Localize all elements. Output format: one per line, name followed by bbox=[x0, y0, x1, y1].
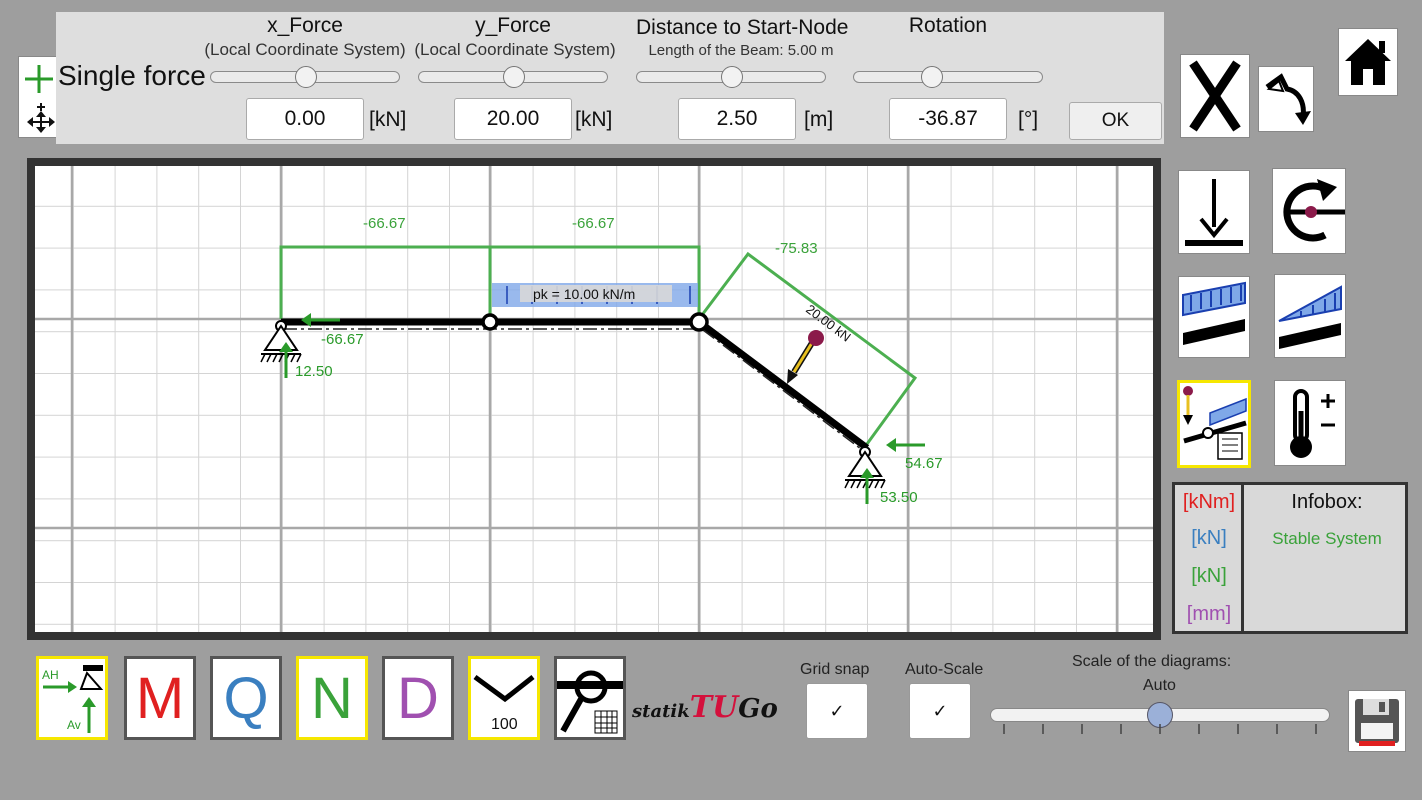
deflection-scale-button[interactable]: 100 bbox=[468, 656, 540, 740]
unit-kn-shear: [kN] bbox=[1191, 527, 1227, 549]
scale-ticks bbox=[1003, 724, 1317, 734]
temperature-button[interactable] bbox=[1274, 380, 1346, 466]
home-icon bbox=[1345, 39, 1391, 85]
infobox-status: Stable System bbox=[1272, 529, 1382, 548]
logo-prefix: statik bbox=[632, 701, 690, 722]
undo-button[interactable] bbox=[1258, 66, 1314, 132]
y-force-slider-thumb[interactable] bbox=[503, 66, 525, 88]
rotation-slider[interactable] bbox=[853, 66, 1043, 88]
reactions-button[interactable]: AH Av bbox=[36, 656, 108, 740]
point-load-icon bbox=[1185, 179, 1243, 246]
single-force-panel: Single force x_Force (Local Coordinate S… bbox=[56, 12, 1164, 144]
distance-unit: [m] bbox=[804, 108, 834, 131]
grid-snap-checkbox[interactable]: ✓ bbox=[806, 683, 868, 739]
y-force-input[interactable]: 20.00 bbox=[454, 98, 572, 140]
reactions-icon: AH Av bbox=[42, 665, 104, 733]
moment-button[interactable] bbox=[1272, 168, 1346, 254]
reaction-h-label: AH bbox=[42, 668, 59, 682]
point-load-button[interactable] bbox=[1178, 170, 1250, 254]
triangular-load-button[interactable] bbox=[1274, 274, 1346, 358]
home-button[interactable] bbox=[1338, 28, 1398, 96]
close-button[interactable] bbox=[1180, 54, 1250, 138]
load-label: pk = 10.00 kN/m bbox=[533, 286, 635, 302]
x-force-unit: [kN] bbox=[369, 108, 407, 131]
rotation-unit: [°] bbox=[1018, 108, 1039, 131]
rotation-input[interactable]: -36.87 bbox=[889, 98, 1007, 140]
app-logo: statikTUGo bbox=[632, 690, 778, 725]
single-force-beam-icon bbox=[1183, 386, 1247, 460]
grid-snap-label: Grid snap bbox=[800, 661, 870, 678]
rotation-title: Rotation bbox=[908, 14, 988, 37]
structure-canvas[interactable]: -66.67 -66.67 -75.83 pk = 10.00 kN/m -66… bbox=[35, 166, 1153, 632]
beam-length-label: Length of the Beam: 5.00 m bbox=[648, 42, 834, 59]
normal-diagram-button[interactable]: N bbox=[296, 656, 368, 740]
n-label-1: -66.67 bbox=[363, 215, 406, 232]
uniform-load-button[interactable] bbox=[1178, 276, 1250, 358]
moment-icon bbox=[1283, 179, 1345, 242]
shear-diagram-button[interactable]: Q bbox=[210, 656, 282, 740]
logo-brand: TU bbox=[689, 690, 739, 725]
x-force-title: x_Force bbox=[267, 14, 343, 37]
save-icon bbox=[1355, 699, 1399, 746]
x-force-slider[interactable] bbox=[210, 66, 400, 88]
reaction-v-left: 12.50 bbox=[295, 363, 333, 380]
auto-scale-checkbox[interactable]: ✓ bbox=[909, 683, 971, 739]
zoom-grid-icon bbox=[557, 670, 623, 734]
deflection-diagram-button[interactable]: D bbox=[382, 656, 454, 740]
temperature-icon bbox=[1290, 389, 1335, 458]
y-force-title: y_Force bbox=[475, 14, 551, 37]
reaction-h-left: -66.67 bbox=[321, 331, 364, 348]
reaction-v-right: 53.50 bbox=[880, 489, 918, 506]
distance-title: Distance to Start-Node bbox=[636, 16, 849, 39]
zoom-button[interactable] bbox=[554, 656, 626, 740]
x-force-input[interactable]: 0.00 bbox=[246, 98, 364, 140]
ok-button[interactable]: OK bbox=[1069, 102, 1162, 140]
panel-title: Single force bbox=[58, 60, 206, 91]
scale-slider[interactable] bbox=[990, 702, 1330, 728]
y-force-subtitle: (Local Coordinate System) bbox=[414, 40, 616, 59]
structure-drawing: -66.67 -66.67 -75.83 pk = 10.00 kN/m -66… bbox=[35, 166, 1153, 632]
unit-knm: [kNm] bbox=[1182, 491, 1236, 513]
deflection-value: 100 bbox=[491, 716, 518, 733]
infobox-title: Infobox: bbox=[1291, 491, 1363, 513]
y-force-unit: [kN] bbox=[575, 108, 613, 131]
rotation-slider-thumb[interactable] bbox=[921, 66, 943, 88]
close-icon bbox=[1189, 60, 1241, 132]
x-force-slider-thumb[interactable] bbox=[295, 66, 317, 88]
distance-slider[interactable] bbox=[636, 66, 826, 88]
single-force-beam-button[interactable] bbox=[1177, 380, 1251, 468]
scale-value: Auto bbox=[1143, 677, 1176, 694]
scale-label: Scale of the diagrams: bbox=[1072, 653, 1232, 670]
logo-suffix: Go bbox=[738, 694, 778, 724]
canvas-frame: -66.67 -66.67 -75.83 pk = 10.00 kN/m -66… bbox=[27, 158, 1161, 640]
auto-scale-label: Auto-Scale bbox=[905, 661, 984, 678]
distance-input[interactable]: 2.50 bbox=[678, 98, 796, 140]
distance-slider-thumb[interactable] bbox=[721, 66, 743, 88]
infobox: [kNm] [kN] [kN] [mm] Infobox: Stable Sys… bbox=[1172, 482, 1408, 634]
uniform-load-icon bbox=[1182, 281, 1246, 345]
moment-diagram-button[interactable]: M bbox=[124, 656, 196, 740]
deflection-icon: 100 bbox=[473, 674, 535, 733]
unit-kn-normal: [kN] bbox=[1191, 565, 1227, 587]
reaction-h-right: 54.67 bbox=[905, 455, 943, 472]
unit-mm: [mm] bbox=[1186, 603, 1232, 625]
reaction-v-label: Av bbox=[67, 718, 81, 732]
add-move-icon[interactable] bbox=[18, 56, 60, 138]
n-label-2: -66.67 bbox=[572, 215, 615, 232]
undo-icon bbox=[1265, 73, 1311, 125]
n-label-3: -75.83 bbox=[775, 240, 818, 257]
y-force-slider[interactable] bbox=[418, 66, 608, 88]
save-button[interactable] bbox=[1348, 690, 1406, 752]
x-force-subtitle: (Local Coordinate System) bbox=[204, 40, 406, 59]
triangular-load-icon bbox=[1278, 285, 1342, 349]
